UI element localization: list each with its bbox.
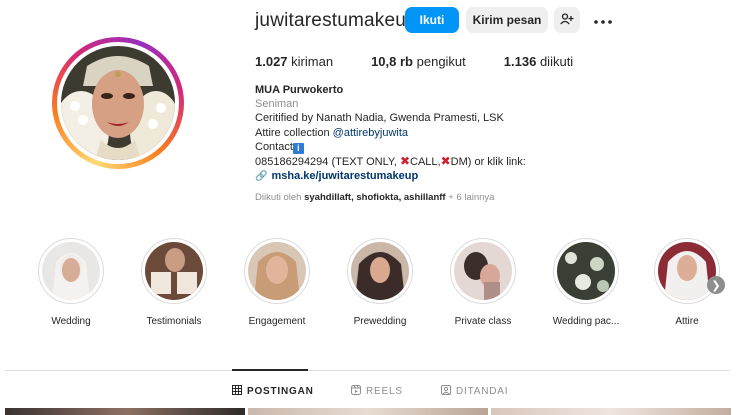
- active-tab-indicator: [232, 369, 308, 371]
- highlight-cover: [454, 242, 512, 300]
- reels-icon: [351, 385, 361, 398]
- bio-line-attire: Attire collection @attirebyjuwita: [255, 126, 409, 139]
- highlight-label: Prewedding: [353, 316, 407, 327]
- highlight-engagement[interactable]: Engagement: [227, 238, 327, 327]
- tag-person-icon: [441, 385, 451, 398]
- highlight-cover: [145, 242, 203, 300]
- suggested-accounts-button[interactable]: [554, 7, 580, 33]
- highlight-label: Private class: [454, 316, 512, 327]
- profile-avatar[interactable]: [61, 46, 175, 160]
- highlight-cover: [42, 242, 100, 300]
- chevron-right-icon: ❯: [711, 279, 721, 292]
- highlight-cover: [248, 242, 306, 300]
- highlight-cover: [557, 242, 615, 300]
- followers-stat[interactable]: 10,8 rb pengikut: [371, 54, 466, 69]
- info-icon: i: [292, 142, 304, 154]
- profile-username: juwitarestumakeup: [255, 10, 417, 31]
- tab-reels[interactable]: REELS: [351, 385, 403, 398]
- highlight-testimonials[interactable]: Testimonials: [124, 238, 224, 327]
- highlight-prewedding[interactable]: Prewedding: [330, 238, 430, 327]
- highlight-cover: [351, 242, 409, 300]
- link-icon: 🔗: [255, 171, 268, 183]
- post-thumbnail[interactable]: [5, 408, 245, 415]
- highlight-wedding[interactable]: Wedding: [21, 238, 121, 327]
- bio-name: MUA Purwokerto: [255, 84, 344, 96]
- profile-stats: 1.027 kiriman 10,8 rb pengikut 1.136 dii…: [255, 54, 611, 69]
- highlight-label: Engagement: [248, 316, 306, 327]
- highlight-label: Testimonials: [146, 316, 202, 327]
- following-stat[interactable]: 1.136 diikuti: [504, 54, 573, 69]
- send-message-button[interactable]: Kirim pesan: [466, 7, 548, 33]
- highlight-label: Attire: [675, 316, 699, 327]
- more-options-button[interactable]: [590, 7, 616, 33]
- grid-icon: [232, 385, 242, 398]
- posts-stat: 1.027 kiriman: [255, 54, 334, 69]
- post-grid: [0, 408, 740, 415]
- bio-external-link-row[interactable]: 🔗 msha.ke/juwitarestumakeup: [255, 169, 526, 184]
- followed-by[interactable]: Diikuti oleh syahdillaft, shofiokta, ash…: [255, 192, 494, 203]
- cross-mark-icon: ✖: [440, 154, 451, 169]
- post-thumbnail[interactable]: [248, 408, 488, 415]
- person-add-icon: [560, 12, 574, 28]
- bio-line-certified: Ceritified by Nanath Nadia, Gwenda Prame…: [255, 112, 504, 125]
- more-dots-icon: [594, 13, 612, 27]
- tab-posts[interactable]: POSTINGAN: [232, 385, 314, 398]
- bio-category: Seniman: [255, 98, 299, 111]
- follow-button[interactable]: Ikuti: [405, 7, 459, 33]
- highlight-label: Wedding: [51, 316, 91, 327]
- bio-line-phone: 085186294294 (TEXT ONLY, ✖CALL,✖DM) or k…: [255, 154, 526, 169]
- highlights-next-button[interactable]: ❯: [707, 276, 725, 294]
- post-thumbnail[interactable]: [491, 408, 731, 415]
- tab-tagged[interactable]: DITANDAI: [441, 385, 508, 398]
- attire-mention-link[interactable]: @attirebyjuwita: [333, 127, 408, 139]
- highlight-wedding-package[interactable]: Wedding pac...: [536, 238, 636, 327]
- bio-external-link[interactable]: msha.ke/juwitarestumakeup: [271, 170, 418, 182]
- profile-avatar-ring[interactable]: [52, 37, 184, 169]
- cross-mark-icon: ✖: [399, 154, 410, 169]
- tabs-divider: [5, 370, 730, 371]
- highlight-cover: [658, 242, 716, 300]
- highlight-private-class[interactable]: Private class: [433, 238, 533, 327]
- highlight-label: Wedding pac...: [552, 316, 620, 327]
- bio-line-contact: Contact i: [255, 140, 526, 154]
- profile-bio: MUA Purwokerto Seniman Ceritified by Nan…: [255, 83, 526, 184]
